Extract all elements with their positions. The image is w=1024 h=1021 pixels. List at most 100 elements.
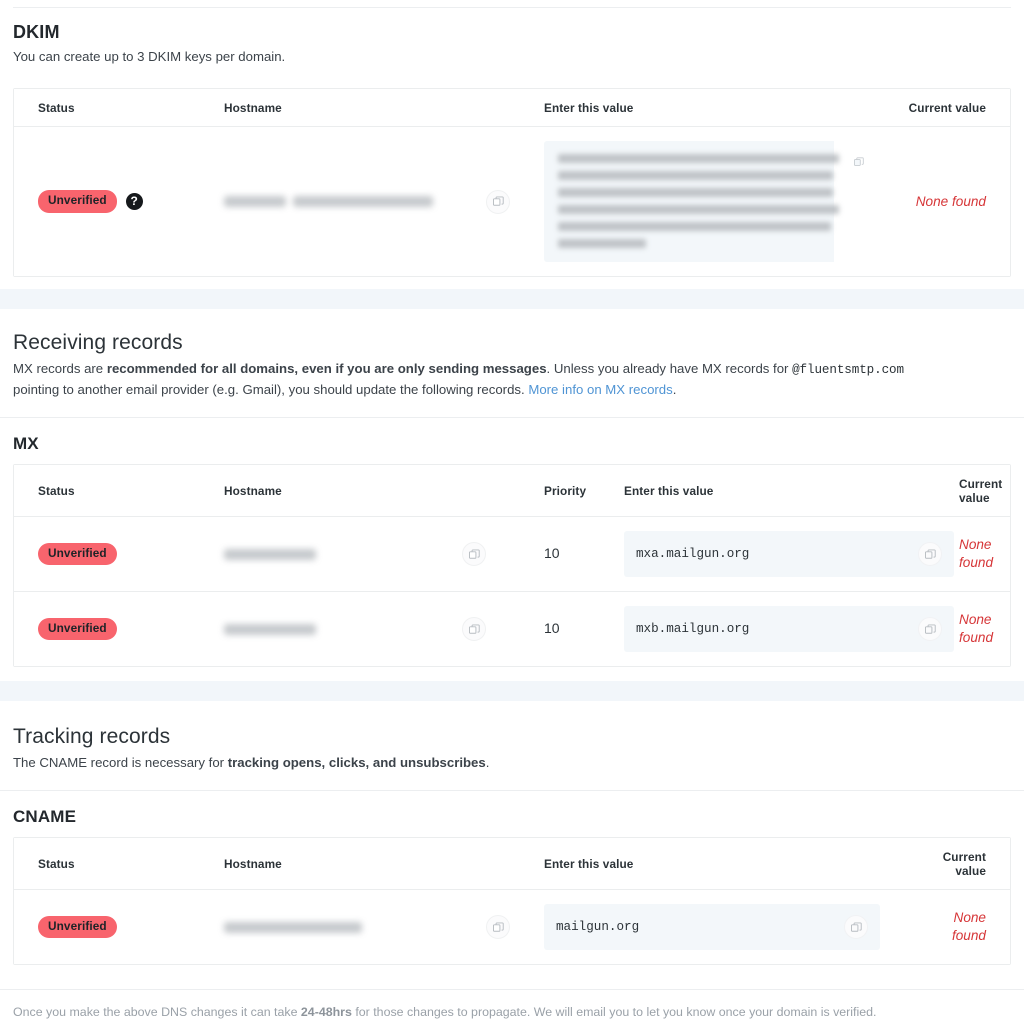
- column-header-current-value: Current value: [959, 465, 1010, 517]
- dkim-section: DKIM You can create up to 3 DKIM keys pe…: [0, 8, 1024, 277]
- copy-icon[interactable]: [918, 617, 942, 641]
- column-header-hostname: Hostname: [224, 838, 544, 890]
- cname-value-text: mailgun.org: [556, 919, 639, 936]
- mx-table-title: MX: [13, 434, 1011, 454]
- column-header-status: Status: [14, 89, 224, 127]
- mx-value-text: mxa.mailgun.org: [636, 546, 749, 563]
- dkim-title: DKIM: [13, 8, 1011, 43]
- desc-bold-1: recommended for all domains, even if you…: [107, 361, 547, 376]
- receiving-records-section: Receiving records MX records are recomme…: [0, 321, 1024, 399]
- copy-icon[interactable]: [462, 617, 486, 641]
- mx-value-cell: mxb.mailgun.org: [624, 592, 959, 667]
- copy-icon[interactable]: [486, 190, 510, 214]
- dkim-status-cell: Unverified ?: [14, 127, 224, 277]
- mx-value-box[interactable]: mxa.mailgun.org: [624, 531, 954, 577]
- spacer: [0, 667, 1024, 681]
- current-value-text: None found: [959, 612, 993, 645]
- mx-table: Status Hostname Priority Enter this valu…: [14, 465, 1010, 666]
- mx-priority-cell: 10: [544, 517, 624, 592]
- domain-mono-text: @fluentsmtp.com: [792, 363, 904, 377]
- redacted-hostname: [224, 624, 316, 635]
- copy-icon[interactable]: [844, 915, 868, 939]
- dns-propagation-note: Once you make the above DNS changes it c…: [0, 989, 1024, 1021]
- footnote-bold: 24-48hrs: [301, 1005, 352, 1019]
- more-info-mx-link[interactable]: More info on MX records: [528, 382, 672, 397]
- dkim-table-header-row: Status Hostname Enter this value Current…: [14, 89, 1010, 127]
- desc-text-4: .: [673, 382, 677, 397]
- tracking-records-description: The CNAME record is necessary for tracki…: [13, 753, 1011, 772]
- mx-current-value-cell: None found: [959, 592, 1010, 667]
- redacted-hostname-part: [224, 196, 286, 207]
- column-header-status: Status: [14, 838, 224, 890]
- column-header-current-value: Current value: [834, 89, 1010, 127]
- dns-records-page: DKIM You can create up to 3 DKIM keys pe…: [0, 0, 1024, 1021]
- mx-table-section: MX Status Hostname Priority Enter this v…: [0, 418, 1024, 667]
- desc-text-3: pointing to another email provider (e.g.…: [13, 382, 528, 397]
- redacted-hostname: [224, 549, 316, 560]
- dkim-value-cell: [544, 127, 834, 277]
- mx-value-text: mxb.mailgun.org: [636, 621, 749, 638]
- dkim-table: Status Hostname Enter this value Current…: [14, 89, 1010, 276]
- mx-table-card: Status Hostname Priority Enter this valu…: [13, 464, 1011, 667]
- redacted-hostname-part: [293, 196, 433, 207]
- dkim-hostname-cell: [224, 127, 544, 277]
- column-header-enter-this-value: Enter this value: [544, 838, 934, 890]
- status-badge: Unverified: [38, 543, 117, 566]
- status-badge: Unverified: [38, 916, 117, 939]
- desc-text-2: . Unless you already have MX records for: [547, 361, 793, 376]
- section-divider-band: [0, 681, 1024, 701]
- column-header-status: Status: [14, 465, 224, 517]
- table-row: Unverified ?: [14, 127, 1010, 277]
- column-header-enter-this-value: Enter this value: [624, 465, 959, 517]
- section-divider-band: [0, 289, 1024, 309]
- table-row: Unverified: [14, 592, 1010, 667]
- receiving-records-description: MX records are recommended for all domai…: [13, 359, 1011, 399]
- mx-priority-cell: 10: [544, 592, 624, 667]
- desc-bold-1: tracking opens, clicks, and unsubscribes: [228, 755, 486, 770]
- dkim-value-box[interactable]: [544, 141, 880, 262]
- cname-value-cell: mailgun.org: [544, 890, 934, 965]
- tracking-records-section: Tracking records The CNAME record is nec…: [0, 715, 1024, 772]
- copy-icon[interactable]: [918, 542, 942, 566]
- copy-icon[interactable]: [486, 915, 510, 939]
- priority-value: 10: [544, 545, 560, 561]
- mx-hostname-cell: [224, 517, 544, 592]
- mx-value-box[interactable]: mxb.mailgun.org: [624, 606, 954, 652]
- column-header-hostname: Hostname: [224, 89, 544, 127]
- cname-current-value-cell: None found: [934, 890, 1010, 965]
- spacer: [0, 701, 1024, 715]
- tracking-records-title: Tracking records: [13, 715, 1011, 749]
- column-header-current-value: Current value: [934, 838, 1010, 890]
- mx-current-value-cell: None found: [959, 517, 1010, 592]
- copy-icon[interactable]: [462, 542, 486, 566]
- table-row: Unverified: [14, 890, 1010, 965]
- cname-value-box[interactable]: mailgun.org: [544, 904, 880, 950]
- mx-status-cell: Unverified: [14, 517, 224, 592]
- table-row: Unverified: [14, 517, 1010, 592]
- current-value-text: None found: [916, 194, 986, 209]
- redacted-hostname: [224, 922, 362, 933]
- status-badge: Unverified: [38, 618, 117, 641]
- mx-status-cell: Unverified: [14, 592, 224, 667]
- priority-value: 10: [544, 620, 560, 636]
- cname-table-title: CNAME: [13, 807, 1011, 827]
- previous-table-bottom-edge: [13, 0, 1011, 8]
- status-badge: Unverified: [38, 190, 117, 213]
- spacer: [0, 309, 1024, 321]
- desc-text-2: .: [486, 755, 490, 770]
- desc-text-1: The CNAME record is necessary for: [13, 755, 228, 770]
- help-icon[interactable]: ?: [126, 193, 143, 210]
- mx-hostname-cell: [224, 592, 544, 667]
- dkim-current-value-cell: None found: [834, 127, 1010, 277]
- desc-text-1: MX records are: [13, 361, 107, 376]
- column-header-priority: Priority: [544, 465, 624, 517]
- current-value-text: None found: [959, 537, 993, 570]
- copy-icon[interactable]: [852, 155, 866, 169]
- cname-status-cell: Unverified: [14, 890, 224, 965]
- footnote-text-1: Once you make the above DNS changes it c…: [13, 1005, 301, 1019]
- receiving-records-title: Receiving records: [13, 321, 1011, 355]
- mx-table-header-row: Status Hostname Priority Enter this valu…: [14, 465, 1010, 517]
- current-value-text: None found: [952, 910, 986, 943]
- spacer: [0, 277, 1024, 289]
- cname-table: Status Hostname Enter this value Current…: [14, 838, 1010, 964]
